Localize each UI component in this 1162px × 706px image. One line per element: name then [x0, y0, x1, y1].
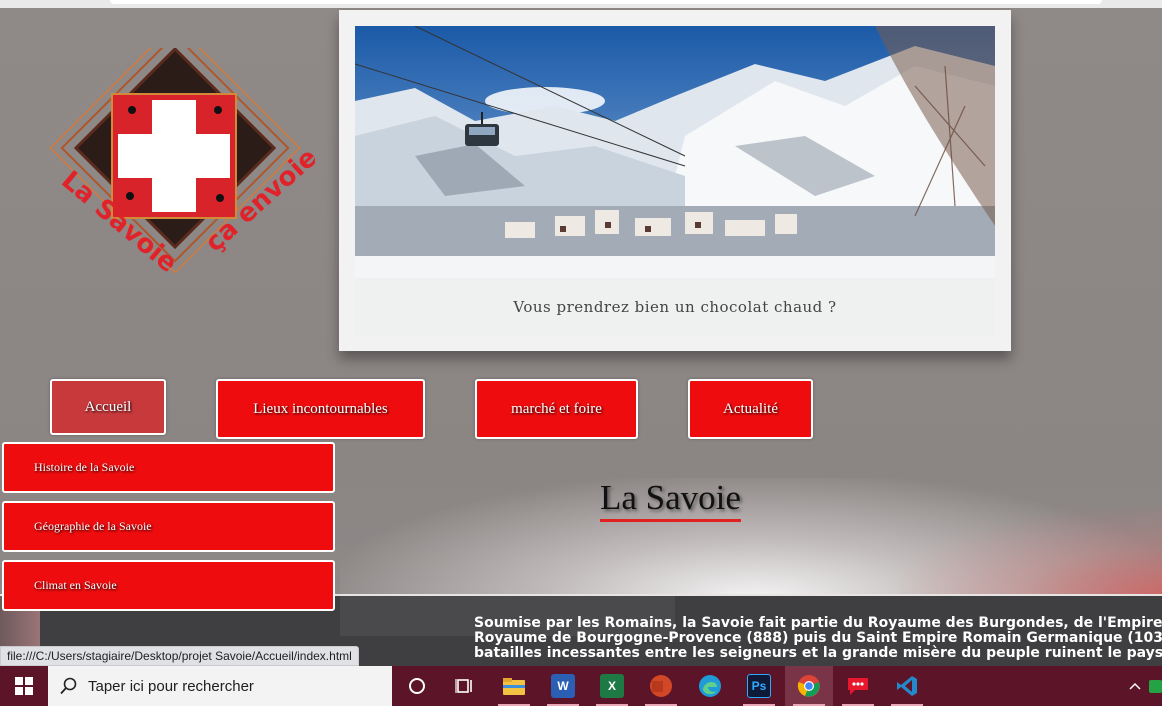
- word-letter: W: [551, 674, 575, 698]
- nav-accueil[interactable]: Accueil: [50, 379, 166, 435]
- photoshop-icon[interactable]: Ps: [735, 666, 783, 706]
- nav-lieux-incontournables[interactable]: Lieux incontournables: [216, 379, 425, 439]
- submenu-geographie[interactable]: Géographie de la Savoie: [2, 501, 335, 552]
- page-title: La Savoie: [600, 478, 741, 522]
- word-icon[interactable]: W: [539, 666, 587, 706]
- savoie-logo[interactable]: La Savoie ça envoie: [40, 22, 323, 283]
- background-red-glow: [900, 508, 1162, 598]
- intro-line: Soumise par les Romains, la Savoie fait …: [474, 616, 1162, 631]
- web-page: La Savoie ça envoie Vous prendrez bien u…: [0, 8, 1162, 666]
- submenu-climat[interactable]: Climat en Savoie: [2, 560, 335, 611]
- hero-banner: Vous prendrez bien un chocolat chaud ?: [339, 10, 1011, 351]
- chrome-icon[interactable]: [785, 666, 833, 706]
- intro-line: Royaume de Bourgogne-Provence (888) puis…: [474, 630, 1162, 646]
- cortana-icon[interactable]: [393, 666, 441, 706]
- file-explorer-icon[interactable]: [490, 666, 538, 706]
- taskbar-search[interactable]: Taper ici pour rechercher: [48, 666, 392, 706]
- task-view-icon[interactable]: [441, 666, 489, 706]
- powerpoint-icon[interactable]: [637, 666, 685, 706]
- intro-paragraph: Soumise par les Romains, la Savoie fait …: [474, 616, 1162, 666]
- start-button[interactable]: [0, 666, 48, 706]
- intro-line: batailles incessantes entre les seigneur…: [474, 645, 1162, 661]
- photoshop-letters: Ps: [747, 674, 771, 698]
- search-icon: [60, 677, 77, 695]
- tray-app-icon[interactable]: [1148, 666, 1162, 706]
- vscode-icon[interactable]: [883, 666, 931, 706]
- hero-caption: Vous prendrez bien un chocolat chaud ?: [355, 278, 995, 336]
- windows-taskbar: Taper ici pour rechercher W X Ps: [0, 666, 1162, 706]
- edge-icon[interactable]: [686, 666, 734, 706]
- messenger-icon[interactable]: [834, 666, 882, 706]
- chevron-up-icon[interactable]: [1120, 666, 1150, 706]
- submenu-histoire[interactable]: Histoire de la Savoie: [2, 442, 335, 493]
- windows-icon: [15, 677, 33, 695]
- nav-actualite[interactable]: Actualité: [688, 379, 813, 439]
- excel-letter: X: [600, 674, 624, 698]
- browser-tab-strip: [0, 0, 1162, 8]
- excel-icon[interactable]: X: [588, 666, 636, 706]
- status-bar-url: file:///C:/Users/stagiaire/Desktop/proje…: [0, 646, 359, 666]
- nav-marche-et-foire[interactable]: marché et foire: [475, 379, 638, 439]
- search-placeholder: Taper ici pour rechercher: [88, 677, 254, 695]
